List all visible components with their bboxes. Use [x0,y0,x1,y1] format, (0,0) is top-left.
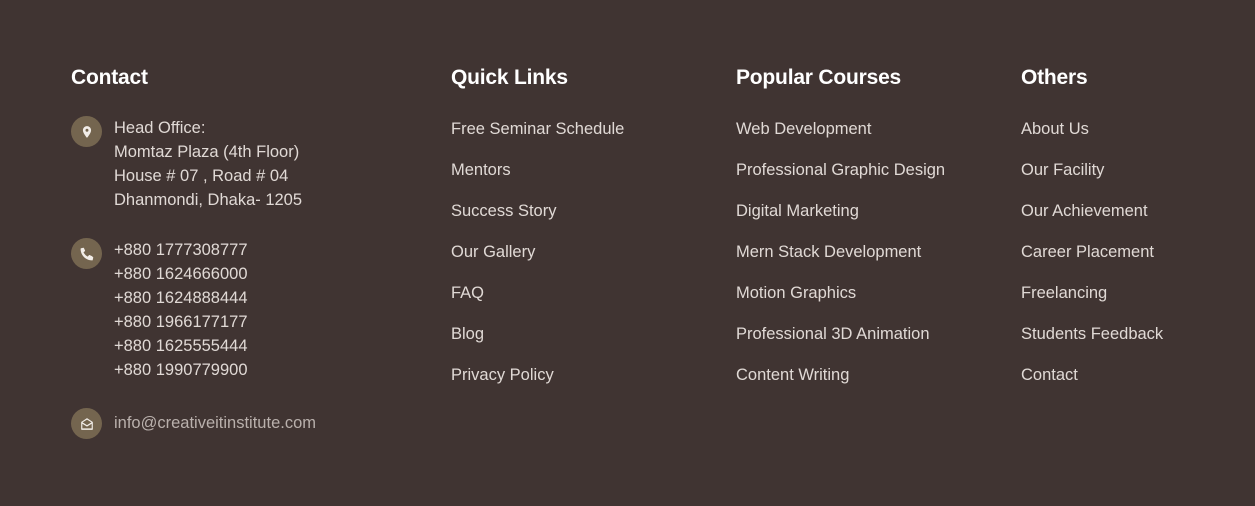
email-block: info@creativeitinstitute.com [71,408,316,439]
list-item: Web Development [736,117,996,158]
phone-icon [71,238,102,269]
others-link[interactable]: Freelancing [1021,284,1107,302]
quick-links-column: Quick Links Free Seminar Schedule Mentor… [451,64,711,404]
contact-column: Contact Head Office: Momtaz Plaza (4th F… [71,64,411,439]
list-item: FAQ [451,281,711,322]
list-item: Digital Marketing [736,199,996,240]
phone-number[interactable]: +880 1625555444 [114,334,248,358]
quick-link[interactable]: Free Seminar Schedule [451,120,624,138]
list-item: Content Writing [736,363,996,404]
list-item: Motion Graphics [736,281,996,322]
list-item: Mentors [451,158,711,199]
others-link[interactable]: Our Achievement [1021,202,1148,220]
quick-links-heading: Quick Links [451,66,568,89]
others-heading: Others [1021,66,1088,89]
address-text: Head Office: Momtaz Plaza (4th Floor) Ho… [114,116,302,212]
list-item: Career Placement [1021,240,1241,281]
list-item: Mern Stack Development [736,240,996,281]
course-link[interactable]: Content Writing [736,366,849,384]
course-link[interactable]: Web Development [736,120,871,138]
popular-courses-list: Web Development Professional Graphic Des… [736,117,996,404]
others-link[interactable]: Contact [1021,366,1078,384]
list-item: Contact [1021,363,1241,404]
quick-link[interactable]: Mentors [451,161,511,179]
others-column: Others About Us Our Facility Our Achieve… [1021,64,1241,404]
address-line: Head Office: [114,119,206,137]
list-item: About Us [1021,117,1241,158]
list-item: Professional Graphic Design [736,158,996,199]
quick-link[interactable]: Our Gallery [451,243,535,261]
phone-number[interactable]: +880 1777308777 [114,238,248,262]
list-item: Our Facility [1021,158,1241,199]
course-link[interactable]: Mern Stack Development [736,243,921,261]
location-pin-icon [71,116,102,147]
quick-link[interactable]: Blog [451,325,484,343]
contact-heading: Contact [71,66,148,89]
course-link[interactable]: Digital Marketing [736,202,859,220]
address-line: Dhanmondi, Dhaka- 1205 [114,191,303,209]
site-footer: Contact Head Office: Momtaz Plaza (4th F… [0,0,1255,506]
address-line: Momtaz Plaza (4th Floor) [114,143,300,161]
list-item: Our Achievement [1021,199,1241,240]
envelope-open-icon [71,408,102,439]
others-list: About Us Our Facility Our Achievement Ca… [1021,117,1241,404]
quick-link[interactable]: FAQ [451,284,484,302]
address-block: Head Office: Momtaz Plaza (4th Floor) Ho… [71,116,302,212]
phone-list: +880 1777308777 +880 1624666000 +880 162… [114,238,248,382]
quick-link[interactable]: Success Story [451,202,556,220]
list-item: Privacy Policy [451,363,711,404]
list-item: Success Story [451,199,711,240]
list-item: Free Seminar Schedule [451,117,711,158]
course-link[interactable]: Professional 3D Animation [736,325,930,343]
course-link[interactable]: Professional Graphic Design [736,161,945,179]
course-link[interactable]: Motion Graphics [736,284,856,302]
email-link[interactable]: info@creativeitinstitute.com [114,408,316,439]
others-link[interactable]: About Us [1021,120,1089,138]
quick-links-list: Free Seminar Schedule Mentors Success St… [451,117,711,404]
list-item: Students Feedback [1021,322,1241,363]
popular-courses-column: Popular Courses Web Development Professi… [736,64,996,404]
list-item: Blog [451,322,711,363]
list-item: Our Gallery [451,240,711,281]
list-item: Professional 3D Animation [736,322,996,363]
address-line: House # 07 , Road # 04 [114,167,289,185]
phone-number[interactable]: +880 1624888444 [114,286,248,310]
others-link[interactable]: Students Feedback [1021,325,1163,343]
phone-number[interactable]: +880 1966177177 [114,310,248,334]
phone-number[interactable]: +880 1624666000 [114,262,248,286]
quick-link[interactable]: Privacy Policy [451,366,554,384]
others-link[interactable]: Our Facility [1021,161,1104,179]
phone-number[interactable]: +880 1990779900 [114,358,248,382]
phone-block: +880 1777308777 +880 1624666000 +880 162… [71,238,248,382]
others-link[interactable]: Career Placement [1021,243,1154,261]
list-item: Freelancing [1021,281,1241,322]
popular-courses-heading: Popular Courses [736,66,902,89]
